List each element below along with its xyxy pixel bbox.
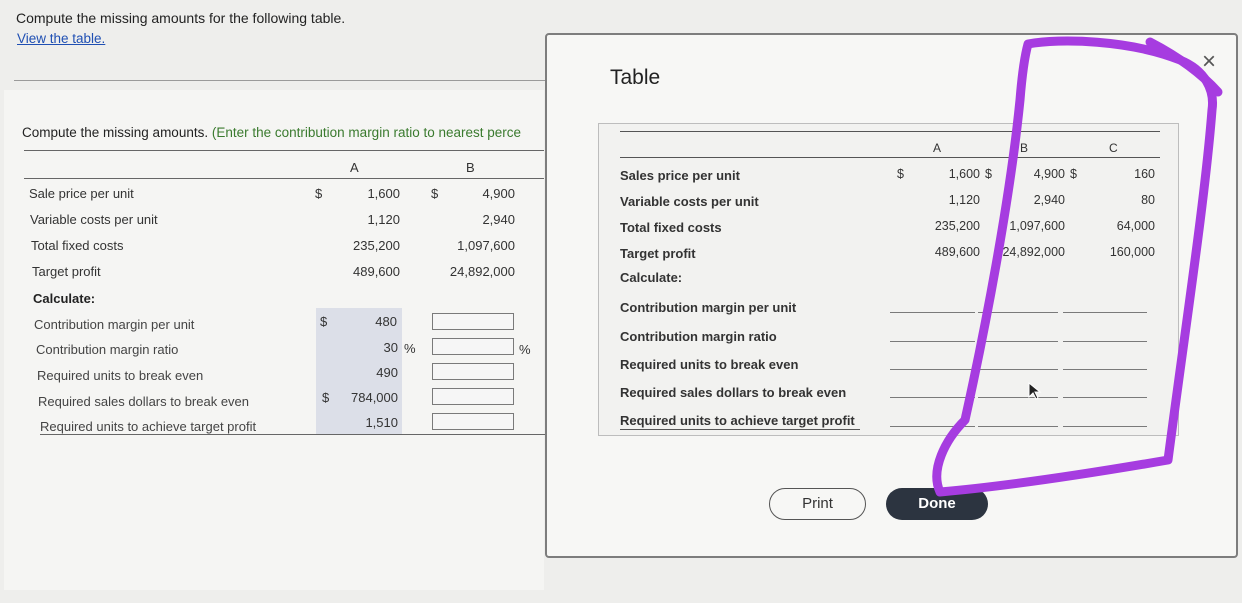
row-label-target-profit: Target profit xyxy=(620,246,696,261)
row-label-sale-price: Sale price per unit xyxy=(29,186,134,201)
close-icon[interactable]: × xyxy=(1202,48,1216,76)
problem-instruction: Compute the missing amounts for the foll… xyxy=(16,10,346,26)
column-header-b: B xyxy=(1020,141,1029,155)
cell-c-fixed-costs: 64,000 xyxy=(1116,219,1155,233)
row-label-sales-price: Sales price per unit xyxy=(620,168,740,183)
cell-b-variable-costs: 2,940 xyxy=(1033,193,1065,207)
row-label-units-break-even: Required units to break even xyxy=(37,368,204,383)
cell-b-target-profit: 24,892,000 xyxy=(449,264,515,279)
row-label-fixed-costs: Total fixed costs xyxy=(620,220,722,235)
row-label-sales-dollars-break-even: Required sales dollars to break even xyxy=(38,394,250,409)
answer-a-sales-dollars-break-even[interactable]: 784,000 xyxy=(330,390,398,405)
percent-sign: % xyxy=(519,342,531,357)
column-header-c: C xyxy=(1109,141,1118,155)
answer-a-cm-per-unit[interactable]: 480 xyxy=(330,314,397,329)
blank-line xyxy=(1063,397,1147,398)
cell-a-variable-costs: 1,120 xyxy=(367,212,400,227)
row-label-cm-per-unit: Contribution margin per unit xyxy=(620,300,797,315)
blank-line xyxy=(890,426,975,427)
row-label-fixed-costs: Total fixed costs xyxy=(31,238,124,253)
cell-b-fixed-costs: 1,097,600 xyxy=(457,238,515,253)
row-underline xyxy=(620,429,860,430)
cell-b-fixed-costs: 1,097,600 xyxy=(1009,219,1065,233)
row-label-cm-ratio: Contribution margin ratio xyxy=(620,329,777,344)
cell-b-sales-price: 4,900 xyxy=(1033,167,1065,181)
cell-a-variable-costs: 1,120 xyxy=(948,193,980,207)
cell-c-variable-costs: 80 xyxy=(1141,193,1155,207)
row-label-units-break-even: Required units to break even xyxy=(620,357,799,372)
cell-a-sale-price: 1,600 xyxy=(367,186,400,201)
currency-sign: $ xyxy=(315,186,323,201)
cell-a-target-profit: 489,600 xyxy=(353,264,400,279)
blank-line xyxy=(890,397,975,398)
row-label-sales-dollars-break-even: Required sales dollars to break even xyxy=(620,385,847,400)
cell-a-fixed-costs: 235,200 xyxy=(934,219,980,233)
currency-sign: $ xyxy=(1070,167,1077,181)
done-button[interactable]: Done xyxy=(886,488,988,520)
calculate-heading: Calculate: xyxy=(620,270,683,285)
blank-line xyxy=(890,341,975,342)
row-label-cm-ratio: Contribution margin ratio xyxy=(36,342,179,357)
blank-line xyxy=(1063,426,1147,427)
row-label-units-target-profit: Required units to achieve target profit xyxy=(620,413,855,428)
blank-line xyxy=(1063,312,1147,313)
answer-b-units-target-profit-input[interactable] xyxy=(432,413,514,430)
answer-a-cm-ratio[interactable]: 30 xyxy=(330,340,398,355)
mouse-cursor-icon xyxy=(1028,381,1042,400)
column-header-a: A xyxy=(350,160,359,175)
cell-b-variable-costs: 2,940 xyxy=(482,212,515,227)
percent-sign: % xyxy=(404,341,416,356)
blank-line xyxy=(978,312,1058,313)
table-top-rule xyxy=(24,150,544,151)
blank-line xyxy=(890,369,975,370)
cell-c-sales-price: 160 xyxy=(1134,167,1155,181)
column-header-a: A xyxy=(933,141,942,155)
currency-sign: $ xyxy=(320,314,328,329)
currency-sign: $ xyxy=(322,390,330,405)
modal-title: Table xyxy=(610,66,661,89)
table-top-rule xyxy=(620,131,1160,132)
answer-b-cm-per-unit-input[interactable] xyxy=(432,313,514,330)
blank-line xyxy=(890,312,975,313)
blank-line xyxy=(978,369,1058,370)
cell-a-fixed-costs: 235,200 xyxy=(353,238,400,253)
blank-line xyxy=(978,341,1058,342)
view-table-link[interactable]: View the table. xyxy=(17,31,105,46)
cell-b-target-profit: 24,892,000 xyxy=(1002,245,1065,259)
answer-a-units-target-profit[interactable]: 1,510 xyxy=(330,415,398,430)
column-header-b: B xyxy=(466,160,475,175)
cell-b-sale-price: 4,900 xyxy=(482,186,515,201)
cell-c-target-profit: 160,000 xyxy=(1109,245,1155,259)
row-label-units-target-profit: Required units to achieve target profit xyxy=(40,419,257,434)
blank-line xyxy=(1063,369,1147,370)
row-label-cm-per-unit: Contribution margin per unit xyxy=(34,317,195,332)
answer-instruction: Compute the missing amounts. (Enter the … xyxy=(22,125,522,140)
divider xyxy=(14,80,554,81)
blank-line xyxy=(978,426,1058,427)
cell-a-target-profit: 489,600 xyxy=(934,245,980,259)
cell-a-sales-price: 1,600 xyxy=(948,167,980,181)
print-button[interactable]: Print xyxy=(769,488,866,520)
currency-sign: $ xyxy=(897,167,904,181)
table-header-rule xyxy=(24,178,544,179)
calculate-heading: Calculate: xyxy=(33,291,96,306)
row-label-variable-costs: Variable costs per unit xyxy=(620,194,759,209)
currency-sign: $ xyxy=(985,167,992,181)
answer-b-units-break-even-input[interactable] xyxy=(432,363,514,380)
row-label-target-profit: Target profit xyxy=(32,264,101,279)
blank-line xyxy=(1063,341,1147,342)
answer-a-units-break-even[interactable]: 490 xyxy=(330,365,398,380)
blank-line xyxy=(978,397,1058,398)
table-bottom-rule xyxy=(40,434,545,435)
table-header-rule xyxy=(620,157,1160,158)
answer-b-sales-dollars-break-even-input[interactable] xyxy=(432,388,514,405)
row-label-variable-costs: Variable costs per unit xyxy=(30,212,158,227)
answer-b-cm-ratio-input[interactable] xyxy=(432,338,514,355)
